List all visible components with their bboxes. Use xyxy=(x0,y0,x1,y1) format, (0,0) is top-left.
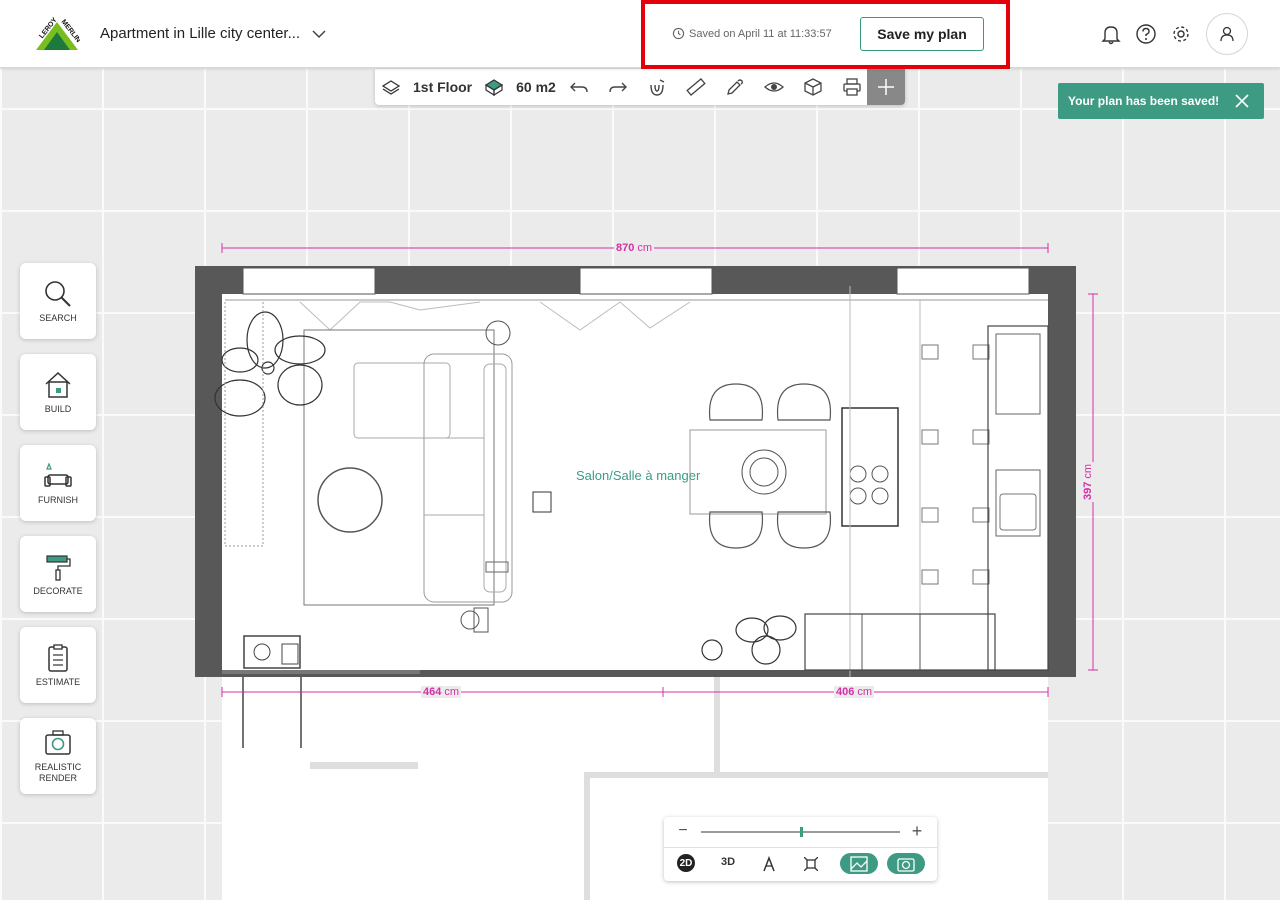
nav-search-label: SEARCH xyxy=(39,312,77,323)
nav-render-label: REALISTIC RENDER xyxy=(34,762,82,783)
undo-button[interactable] xyxy=(560,69,599,105)
room-label[interactable]: Salon/Salle à manger xyxy=(576,468,700,483)
project-title[interactable]: Apartment in Lille city center... xyxy=(100,25,300,42)
print-button[interactable] xyxy=(833,69,872,105)
zoom-slider-thumb[interactable] xyxy=(799,827,803,837)
floor-label: 1st Floor xyxy=(413,79,473,95)
area-label: 60 m2 xyxy=(516,79,556,95)
3d-object-button[interactable] xyxy=(794,69,833,105)
nav-estimate[interactable]: ESTIMATE xyxy=(20,627,96,703)
dimension-right: 397 cm xyxy=(1082,461,1095,503)
help-icon[interactable] xyxy=(1135,23,1157,45)
area-indicator[interactable]: 60 m2 xyxy=(484,69,556,105)
plus-icon xyxy=(878,79,894,95)
nav-search[interactable]: SEARCH xyxy=(20,263,96,339)
nav-build-label: BUILD xyxy=(44,403,72,414)
ruler-icon xyxy=(686,78,707,96)
nav-realistic-render[interactable]: REALISTIC RENDER xyxy=(20,718,96,794)
eyedropper-icon xyxy=(727,79,744,95)
settings-icon[interactable] xyxy=(1170,23,1192,45)
camera-icon xyxy=(45,730,71,755)
history-icon xyxy=(672,27,685,40)
saved-status-text: Saved on April 11 at 11:33:57 xyxy=(689,27,832,40)
dimension-bottom-right: 406 cm xyxy=(834,686,875,698)
nav-furnish[interactable]: FURNISH xyxy=(20,445,96,521)
app-header: LEROY MERLIN Apartment in Lille city cen… xyxy=(0,0,1280,69)
close-icon[interactable] xyxy=(1234,93,1250,109)
user-icon xyxy=(1220,26,1234,42)
dimension-top: 870 cm xyxy=(614,242,655,254)
nav-estimate-label: ESTIMATE xyxy=(35,676,81,687)
chevron-down-icon[interactable] xyxy=(311,26,327,42)
undo-icon xyxy=(570,82,589,93)
saved-status: Saved on April 11 at 11:33:57 xyxy=(672,27,832,40)
paint-roller-icon xyxy=(46,554,71,581)
divider xyxy=(664,847,937,848)
snapshot-button[interactable] xyxy=(887,853,925,874)
sofa-icon xyxy=(44,461,72,487)
redo-icon xyxy=(609,82,628,93)
magnet-icon xyxy=(650,79,665,96)
dimension-bottom-left: 464 cm xyxy=(421,686,462,698)
camera-icon xyxy=(897,857,915,872)
save-plan-button[interactable]: Save my plan xyxy=(860,17,984,51)
cube-icon xyxy=(804,78,822,96)
add-button[interactable] xyxy=(867,69,905,105)
eyedropper-button[interactable] xyxy=(716,69,755,105)
view-3d-button[interactable]: 3D xyxy=(721,856,735,868)
view-2d-button[interactable]: 2D xyxy=(677,854,695,872)
zoom-in-button[interactable]: + xyxy=(910,821,924,841)
bell-icon[interactable] xyxy=(1100,23,1122,45)
floor-selector[interactable]: 1st Floor xyxy=(375,69,472,105)
eye-icon xyxy=(764,82,785,92)
nav-build[interactable]: BUILD xyxy=(20,354,96,430)
redo-button[interactable] xyxy=(599,69,638,105)
house-icon xyxy=(45,371,71,398)
toast-message: Your plan has been saved! xyxy=(1068,94,1220,108)
zoom-slider[interactable] xyxy=(701,827,900,837)
saved-toast: Your plan has been saved! xyxy=(1058,83,1264,119)
search-icon xyxy=(45,280,71,307)
nav-decorate-label: DECORATE xyxy=(33,585,83,596)
image-icon xyxy=(850,855,868,872)
visibility-button[interactable] xyxy=(755,69,794,105)
zoom-out-button[interactable]: − xyxy=(676,822,690,842)
text-tool-icon[interactable] xyxy=(762,856,776,872)
measure-button[interactable] xyxy=(677,69,716,105)
user-avatar[interactable] xyxy=(1206,13,1248,55)
floor-icon xyxy=(381,80,401,95)
clipboard-icon xyxy=(48,643,68,672)
nav-furnish-label: FURNISH xyxy=(38,494,78,505)
area-icon xyxy=(484,79,504,97)
zoom-panel: − + 2D 3D xyxy=(664,817,937,881)
fit-to-screen-icon[interactable] xyxy=(804,857,818,871)
brand-logo[interactable]: LEROY MERLIN xyxy=(34,16,80,52)
background-image-button[interactable] xyxy=(840,853,878,874)
magnet-button[interactable] xyxy=(638,69,677,105)
printer-icon xyxy=(843,78,861,96)
nav-decorate[interactable]: DECORATE xyxy=(20,536,96,612)
plan-toolbar: 1st Floor 60 m2 xyxy=(375,69,905,105)
